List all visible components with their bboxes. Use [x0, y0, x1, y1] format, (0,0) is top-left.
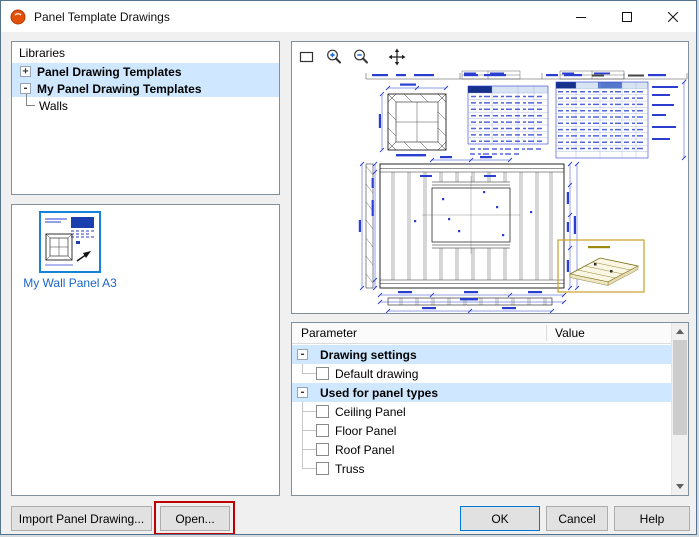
panel-drawing-canvas[interactable]: [292, 70, 688, 313]
tree-connector-line: [26, 94, 35, 106]
help-button[interactable]: Help: [614, 506, 690, 531]
param-row-ceiling-panel[interactable]: Ceiling Panel: [292, 402, 671, 421]
parameter-table-header: Parameter Value: [292, 323, 671, 344]
libraries-tree: + Panel Drawing Templates - My Panel Dra…: [12, 63, 279, 114]
app-icon: [10, 9, 26, 25]
expand-plus-icon[interactable]: +: [20, 66, 31, 77]
tree-item-label: Panel Drawing Templates: [37, 65, 182, 79]
tree-connector-line: [302, 468, 316, 469]
up-arrow-icon: [676, 329, 684, 334]
ok-button[interactable]: OK: [460, 506, 540, 531]
param-row-truss[interactable]: Truss: [292, 459, 671, 478]
param-row-default-drawing[interactable]: Default drawing: [292, 364, 671, 383]
zoom-out-button[interactable]: [350, 46, 372, 68]
tree-item-panel-drawing-templates[interactable]: + Panel Drawing Templates: [12, 63, 279, 80]
default-drawing-checkbox[interactable]: [316, 367, 329, 380]
zoom-window-button[interactable]: [296, 46, 318, 68]
tree-connector-line: [302, 449, 316, 450]
column-header-parameter[interactable]: Parameter: [301, 326, 357, 340]
collapse-minus-icon[interactable]: -: [297, 387, 308, 398]
param-group-used-for-panel-types[interactable]: - Used for panel types: [292, 383, 671, 402]
template-thumbnail-item[interactable]: My Wall Panel A3: [20, 211, 120, 290]
window-title: Panel Template Drawings: [34, 10, 558, 24]
collapse-minus-icon[interactable]: -: [297, 349, 308, 360]
maximize-button[interactable]: [604, 1, 650, 32]
parameter-table-panel: Parameter Value - Drawing settings Defau…: [291, 322, 689, 496]
tree-item-walls[interactable]: Walls: [12, 97, 279, 114]
tree-item-my-panel-drawing-templates[interactable]: - My Panel Drawing Templates: [12, 80, 279, 97]
panel-template-drawings-dialog: Panel Template Drawings Libraries + Pane…: [0, 0, 697, 535]
param-row-roof-panel[interactable]: Roof Panel: [292, 440, 671, 459]
template-thumbnail-image[interactable]: [39, 211, 101, 273]
caption-buttons: [558, 1, 696, 32]
preview-toolbar: [296, 45, 408, 69]
param-group-drawing-settings[interactable]: - Drawing settings: [292, 345, 671, 364]
tree-item-label: My Panel Drawing Templates: [37, 82, 202, 96]
libraries-panel: Libraries + Panel Drawing Templates - My…: [11, 41, 280, 195]
parameters-scrollbar[interactable]: [671, 323, 688, 495]
close-button[interactable]: [650, 1, 696, 32]
param-row-floor-panel[interactable]: Floor Panel: [292, 421, 671, 440]
tree-connector-line: [302, 411, 316, 412]
scrollbar-thumb[interactable]: [673, 340, 687, 435]
preview-panel: [291, 41, 689, 314]
libraries-label: Libraries: [12, 42, 279, 62]
scroll-down-button[interactable]: [672, 478, 688, 495]
cancel-button[interactable]: Cancel: [546, 506, 608, 531]
column-divider[interactable]: [546, 325, 547, 341]
parameter-rows: - Drawing settings Default drawing - Use…: [292, 345, 671, 478]
tree-item-label: Walls: [39, 99, 68, 113]
template-list-panel: My Wall Panel A3: [11, 204, 280, 496]
scroll-up-button[interactable]: [672, 323, 688, 340]
ceiling-panel-checkbox[interactable]: [316, 405, 329, 418]
roof-panel-checkbox[interactable]: [316, 443, 329, 456]
import-panel-drawing-button[interactable]: Import Panel Drawing...: [11, 506, 152, 531]
down-arrow-icon: [676, 484, 684, 489]
titlebar: Panel Template Drawings: [1, 1, 696, 32]
truss-checkbox[interactable]: [316, 462, 329, 475]
tree-connector-line: [302, 430, 316, 431]
collapse-minus-icon[interactable]: -: [20, 83, 31, 94]
template-thumbnail-label: My Wall Panel A3: [20, 276, 120, 290]
tree-connector-line: [302, 373, 316, 374]
minimize-button[interactable]: [558, 1, 604, 32]
column-header-value[interactable]: Value: [555, 326, 585, 340]
open-button[interactable]: Open...: [160, 506, 230, 531]
zoom-in-button[interactable]: [323, 46, 345, 68]
floor-panel-checkbox[interactable]: [316, 424, 329, 437]
pan-button[interactable]: [386, 46, 408, 68]
